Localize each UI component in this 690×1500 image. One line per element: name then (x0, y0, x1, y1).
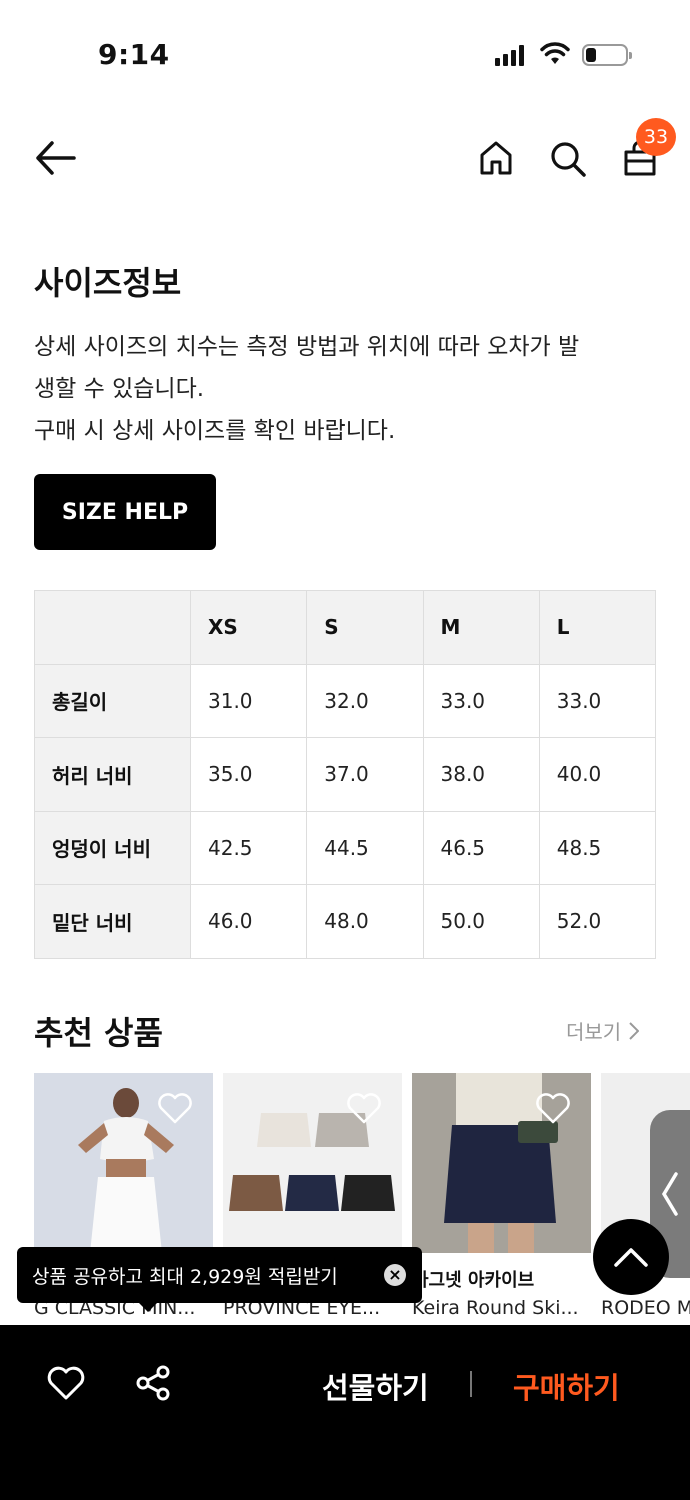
size-header-s: S (306, 590, 424, 665)
row-label: 엉덩이 너비 (34, 810, 191, 885)
scroll-to-top-button[interactable] (593, 1219, 669, 1295)
table-row: 엉덩이 너비 42.5 44.5 46.5 48.5 (34, 810, 657, 885)
chevron-up-icon (614, 1248, 648, 1267)
table-row: 밑단 너비 46.0 48.0 50.0 52.0 (34, 884, 657, 959)
table-cell: 46.0 (189, 884, 308, 959)
table-cell: 37.0 (306, 737, 424, 812)
table-cell: 33.0 (422, 663, 540, 738)
size-info-description: 상세 사이즈의 치수는 측정 방법과 위치에 따라 오차가 발 생할 수 있습니… (34, 326, 654, 452)
toast-pointer (138, 1302, 158, 1312)
size-table: XS S M L 총길이 31.0 32.0 33.0 33.0 허리 너비 3… (34, 590, 657, 959)
size-table-corner (34, 590, 191, 665)
table-cell: 48.0 (306, 884, 424, 959)
home-icon[interactable] (478, 140, 514, 176)
back-arrow-icon[interactable] (34, 138, 78, 178)
product-name: Keira Round Ski... (412, 1297, 579, 1319)
table-cell: 35.0 (189, 737, 308, 812)
size-help-button[interactable]: SIZE HELP (34, 474, 216, 550)
table-cell: 46.5 (422, 810, 540, 885)
more-link[interactable]: 더보기 (566, 1016, 640, 1045)
table-cell: 40.0 (538, 737, 657, 812)
status-time: 9:14 (98, 38, 170, 71)
chevron-left-icon (661, 1172, 678, 1216)
size-info-title: 사이즈정보 (34, 264, 182, 302)
product-name: RODEO M (601, 1297, 690, 1319)
product-brand: 마그넷 아카이브 (412, 1270, 535, 1291)
description-line: 생할 수 있습니다. (34, 376, 205, 402)
cellular-signal-icon (495, 44, 524, 66)
buy-button[interactable]: 구매하기 (513, 1365, 620, 1407)
description-line: 상세 사이즈의 치수는 측정 방법과 위치에 따라 오차가 발 (34, 334, 580, 360)
row-label: 밑단 너비 (34, 884, 191, 959)
table-cell: 32.0 (306, 663, 424, 738)
heart-icon[interactable] (535, 1091, 571, 1125)
cart-count-badge: 33 (636, 118, 676, 156)
share-icon[interactable] (135, 1365, 171, 1401)
wifi-icon (540, 42, 570, 64)
table-cell: 44.5 (306, 810, 424, 885)
battery-icon (582, 44, 632, 66)
size-table-header-row: XS S M L (34, 590, 657, 665)
toast-text: 상품 공유하고 최대 2,929원 적립받기 (32, 1265, 338, 1288)
search-icon[interactable] (549, 140, 587, 178)
table-row: 총길이 31.0 32.0 33.0 33.0 (34, 663, 657, 738)
table-cell: 31.0 (189, 663, 308, 738)
recommend-title: 추천 상품 (34, 1014, 163, 1052)
top-navigation (0, 120, 690, 200)
bottom-action-bar: 선물하기 구매하기 (0, 1325, 690, 1500)
status-bar: 9:14 (0, 0, 690, 110)
heart-icon[interactable] (346, 1091, 382, 1125)
close-icon[interactable]: × (384, 1264, 406, 1286)
size-header-m: M (422, 590, 540, 665)
heart-icon[interactable] (157, 1091, 193, 1125)
product-card[interactable]: 마그넷 아카이브 Keira Round Ski... (412, 1073, 591, 1328)
chevron-right-icon (629, 1021, 640, 1040)
share-reward-toast: 상품 공유하고 최대 2,929원 적립받기 × (17, 1247, 422, 1303)
divider (470, 1371, 472, 1397)
gift-button[interactable]: 선물하기 (322, 1365, 429, 1407)
heart-icon[interactable] (47, 1365, 85, 1401)
table-cell: 50.0 (422, 884, 540, 959)
row-label: 총길이 (34, 663, 191, 738)
table-row: 허리 너비 35.0 37.0 38.0 40.0 (34, 737, 657, 812)
table-cell: 48.5 (538, 810, 657, 885)
row-label: 허리 너비 (34, 737, 191, 812)
size-header-l: L (538, 590, 657, 665)
size-header-xs: XS (189, 590, 308, 665)
description-line: 구매 시 상세 사이즈를 확인 바랍니다. (34, 418, 396, 444)
table-cell: 52.0 (538, 884, 657, 959)
more-label: 더보기 (566, 1020, 622, 1044)
table-cell: 42.5 (189, 810, 308, 885)
table-cell: 38.0 (422, 737, 540, 812)
table-cell: 33.0 (538, 663, 657, 738)
